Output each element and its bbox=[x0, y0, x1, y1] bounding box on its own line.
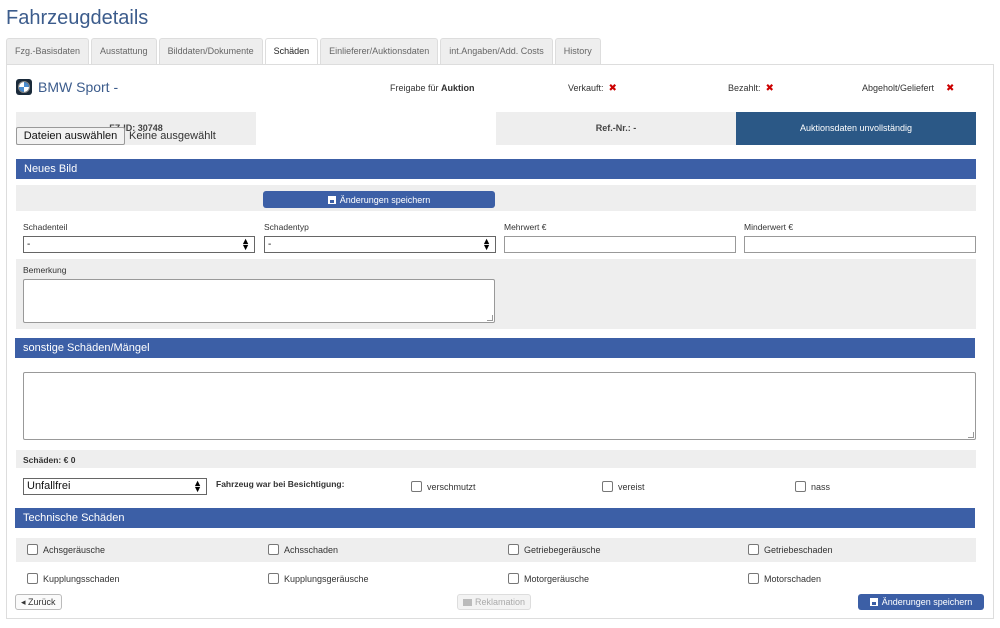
reduced-value-label: Minderwert € bbox=[744, 222, 794, 232]
checkbox-getriebeschaden[interactable]: Getriebeschaden bbox=[748, 544, 833, 555]
release-status: Freigabe für Auktion bbox=[390, 83, 475, 93]
tab-bilddaten[interactable]: Bilddaten/Dokumente bbox=[158, 38, 263, 64]
checkbox-achsschaden[interactable]: Achsschaden bbox=[268, 544, 338, 555]
ref-nr: Ref.-Nr.: - bbox=[496, 112, 736, 145]
checkbox-box[interactable] bbox=[27, 573, 38, 584]
checkbox-getriebegeraeusche[interactable]: Getriebegeräusche bbox=[508, 544, 601, 555]
select-arrows-icon: ▲ ▼ bbox=[241, 236, 250, 252]
select-arrows-icon: ▲ ▼ bbox=[482, 236, 491, 252]
damage-part-label: Schadenteil bbox=[23, 222, 68, 232]
condition-select[interactable]: Unfallfrei ▲ ▼ bbox=[23, 478, 207, 495]
section-neues-bild: Neues Bild bbox=[16, 159, 976, 179]
checkbox-kupplungsgeraeusche[interactable]: Kupplungsgeräusche bbox=[268, 573, 369, 584]
total-strip bbox=[16, 450, 976, 468]
paid-x-icon: ✖ bbox=[765, 83, 774, 94]
tab-schaeden[interactable]: Schäden bbox=[264, 38, 319, 65]
added-value-input[interactable] bbox=[504, 236, 736, 253]
complaint-icon bbox=[463, 599, 472, 607]
vehicle-name: BMW Sport - bbox=[38, 79, 119, 95]
inspection-label: Fahrzeug war bei Besichtigung: bbox=[216, 479, 345, 489]
checkbox-box[interactable] bbox=[748, 573, 759, 584]
checkbox-achsgeraeusche[interactable]: Achsgeräusche bbox=[27, 544, 105, 555]
tab-int-angaben[interactable]: int.Angaben/Add. Costs bbox=[440, 38, 553, 64]
checkbox-nass[interactable]: nass bbox=[795, 481, 830, 492]
added-value-label: Mehrwert € bbox=[504, 222, 547, 232]
tab-bar: Fzg.-Basisdaten Ausstattung Bilddaten/Do… bbox=[6, 38, 603, 65]
damage-type-label: Schadentyp bbox=[264, 222, 309, 232]
checkbox-verschmutzt[interactable]: verschmutzt bbox=[411, 481, 476, 492]
save-icon bbox=[869, 598, 878, 606]
sold-status: Verkauft: ✖ bbox=[568, 83, 617, 94]
save-icon bbox=[327, 195, 336, 204]
auction-status: Auktionsdaten unvollständig bbox=[736, 112, 976, 145]
back-button[interactable]: ◂ Zurück bbox=[15, 594, 62, 610]
sold-x-icon: ✖ bbox=[608, 83, 617, 94]
delivered-x-icon: ✖ bbox=[946, 83, 955, 94]
upload-strip bbox=[16, 185, 976, 211]
checkbox-box[interactable] bbox=[411, 481, 422, 492]
checkbox-box[interactable] bbox=[268, 544, 279, 555]
select-arrows-icon: ▲ ▼ bbox=[193, 478, 202, 494]
checkbox-vereist[interactable]: vereist bbox=[602, 481, 645, 492]
other-damage-textarea[interactable] bbox=[23, 372, 976, 440]
save-image-button[interactable]: Änderungen speichern bbox=[263, 191, 495, 208]
tab-history[interactable]: History bbox=[554, 38, 601, 64]
damage-total: Schäden: € 0 bbox=[23, 455, 76, 465]
checkbox-motorschaden[interactable]: Motorschaden bbox=[748, 573, 821, 584]
complaint-button[interactable]: Reklamation bbox=[457, 594, 532, 610]
tab-basisdaten[interactable]: Fzg.-Basisdaten bbox=[6, 38, 90, 64]
resize-handle-icon[interactable] bbox=[968, 432, 974, 438]
section-sonstige-schaeden: sonstige Schäden/Mängel bbox=[15, 338, 975, 358]
file-status: Keine ausgewählt bbox=[129, 130, 216, 142]
remark-textarea[interactable] bbox=[23, 279, 495, 323]
checkbox-box[interactable] bbox=[508, 573, 519, 584]
damage-part-select[interactable]: - ▲ ▼ bbox=[23, 236, 255, 253]
section-technische-schaeden: Technische Schäden bbox=[15, 508, 975, 528]
delivered-status: Abgeholt/Geliefert ✖ bbox=[862, 83, 955, 94]
checkbox-box[interactable] bbox=[602, 481, 613, 492]
checkbox-box[interactable] bbox=[748, 544, 759, 555]
reduced-value-input[interactable] bbox=[744, 236, 976, 253]
paid-status: Bezahlt: ✖ bbox=[728, 83, 774, 94]
vehicle-header: BMW Sport - Freigabe für Auktion Verkauf… bbox=[16, 78, 976, 98]
remark-label: Bemerkung bbox=[23, 265, 67, 275]
checkbox-box[interactable] bbox=[795, 481, 806, 492]
page-title: Fahrzeugdetails bbox=[6, 7, 149, 29]
checkbox-box[interactable] bbox=[268, 573, 279, 584]
resize-handle-icon[interactable] bbox=[487, 315, 493, 321]
damage-type-select[interactable]: - ▲ ▼ bbox=[264, 236, 496, 253]
info-spacer bbox=[256, 112, 496, 145]
checkbox-box[interactable] bbox=[27, 544, 38, 555]
save-changes-button[interactable]: Änderungen speichern bbox=[858, 594, 984, 610]
tab-einlieferer[interactable]: Einlieferer/Auktionsdaten bbox=[320, 38, 439, 64]
checkbox-kupplungsschaden[interactable]: Kupplungsschaden bbox=[27, 573, 120, 584]
checkbox-motorgeraeusche[interactable]: Motorgeräusche bbox=[508, 573, 589, 584]
bmw-logo-icon bbox=[16, 79, 32, 95]
tab-ausstattung[interactable]: Ausstattung bbox=[91, 38, 157, 64]
checkbox-box[interactable] bbox=[508, 544, 519, 555]
choose-files-button[interactable]: Dateien auswählen bbox=[16, 127, 125, 145]
